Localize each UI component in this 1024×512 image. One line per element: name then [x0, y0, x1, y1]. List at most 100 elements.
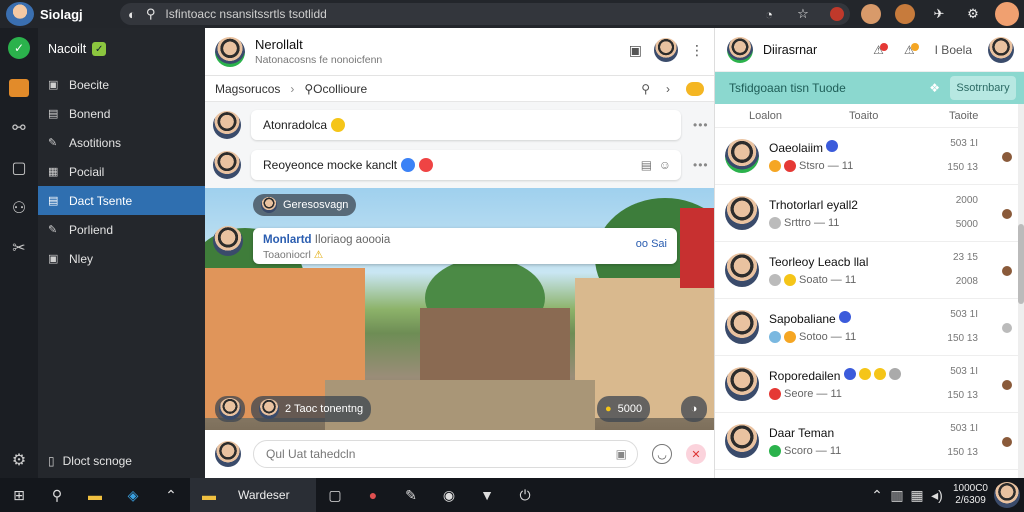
count-chip[interactable]: ● 5000: [597, 396, 651, 422]
expand-icon[interactable]: ◑: [681, 396, 707, 422]
status-dot: [1002, 323, 1012, 333]
doc-icon: ▤: [48, 195, 59, 207]
square-icon[interactable]: ▢: [0, 148, 38, 188]
video-icon[interactable]: ▣: [629, 42, 642, 59]
column-header[interactable]: Toaito: [815, 110, 915, 122]
notification-icon[interactable]: ◔: [752, 0, 786, 28]
card-avatar[interactable]: [213, 226, 243, 256]
status-icon: [843, 368, 856, 380]
summary-button[interactable]: Ssotrnbary: [950, 76, 1016, 100]
emoji-icon[interactable]: [686, 81, 704, 96]
feather-icon[interactable]: ✎: [392, 478, 430, 512]
sender-avatar[interactable]: [213, 151, 241, 179]
nav-item-3[interactable]: ✎ Asotitions: [38, 128, 205, 157]
nav-item-1[interactable]: ▣ Boecite: [38, 70, 205, 99]
count-chip-label: 5000: [617, 403, 643, 415]
link-icon[interactable]: ⚯: [0, 108, 38, 148]
contact-row[interactable]: Roporedailen Seore — 11 503 1I 150 13: [715, 356, 1024, 413]
folder-icon[interactable]: ▬: [76, 478, 114, 512]
nav-item-4[interactable]: ▦ Pociail: [38, 157, 205, 186]
card-right[interactable]: oo Sai: [636, 238, 667, 250]
chevron-icon[interactable]: ❖: [929, 81, 940, 95]
contacts-scrollbar[interactable]: [1018, 104, 1024, 478]
contact-row[interactable]: Daar Teman Scoro — 11 503 1I 150 13: [715, 413, 1024, 470]
message-input[interactable]: Qul Uat tahedcln ▣: [253, 440, 638, 468]
photo-chip[interactable]: Geresosvagn: [253, 194, 357, 216]
volume-icon[interactable]: ◂): [927, 478, 947, 512]
chat-icon[interactable]: ✓: [0, 28, 38, 68]
chat-avatar[interactable]: [215, 36, 245, 67]
user-icon[interactable]: ⚇: [0, 188, 38, 228]
display-icon[interactable]: ▥: [887, 478, 907, 512]
nav-panel: Nacoilt ✓ ▣ Boecite ▤ Bonend ✎ Asotitions ▦…: [38, 28, 205, 478]
user-app-icon[interactable]: ◉: [430, 478, 468, 512]
subbar-left-label[interactable]: Magsorucos: [215, 82, 280, 96]
nav-item-5-active[interactable]: ▤ Dact Tsente: [38, 186, 205, 215]
global-search-input[interactable]: ◐ ⚲ Isfintoacc nsansitssrtls tsotlidd: [120, 3, 850, 25]
chat-app-icon[interactable]: ●: [354, 478, 392, 512]
bell-icon[interactable]: ⚠: [873, 42, 888, 57]
search-icon[interactable]: ⚲: [38, 478, 76, 512]
column-header[interactable]: Taoite: [915, 110, 1015, 122]
clock[interactable]: 1000C0 2/6309: [953, 483, 988, 507]
gear-icon[interactable]: ⚙: [956, 0, 990, 28]
contact-row[interactable]: Teorleoy Leacb llal Soato — 11 23 15 200…: [715, 242, 1024, 299]
more-icon[interactable]: •••: [693, 158, 709, 172]
browser-icon[interactable]: ◈: [114, 478, 152, 512]
sender-avatar[interactable]: [213, 111, 241, 139]
column-header[interactable]: Loalon: [715, 110, 815, 122]
more-icon[interactable]: •••: [693, 118, 709, 132]
window-icon[interactable]: ▢: [316, 478, 354, 512]
settings-icon[interactable]: ⚙: [0, 450, 38, 470]
contact-row[interactable]: Oaeolaiim Stsro — 11 503 1I 150 13: [715, 128, 1024, 185]
profile-avatar[interactable]: [988, 36, 1014, 63]
power-icon[interactable]: ⏻: [506, 478, 544, 512]
profile-card[interactable]: Monlartd Iloriaog aoooia Toaoniocrl ⚠ oo…: [253, 228, 677, 264]
reaction-icons[interactable]: ▤ ☺: [641, 158, 671, 172]
nav-item-2[interactable]: ▤ Bonend: [38, 99, 205, 128]
contacts-label[interactable]: I Boela: [935, 43, 972, 57]
calendar-icon[interactable]: [0, 68, 38, 108]
nav-item-6[interactable]: ✎ Porliend: [38, 215, 205, 244]
more-icon[interactable]: ⋮: [690, 42, 704, 59]
file-explorer-icon[interactable]: ▬: [190, 478, 228, 512]
send-button[interactable]: ✕: [686, 444, 706, 464]
message-bubble[interactable]: Atonradolca: [251, 110, 681, 140]
back-icon[interactable]: ◐: [128, 7, 136, 22]
status-dot: [1002, 380, 1012, 390]
search-icon[interactable]: ⚲: [641, 82, 650, 96]
tray-avatar[interactable]: [994, 482, 1020, 508]
nav-footer[interactable]: ▯ Dloct scnoge: [48, 454, 132, 468]
shared-photo[interactable]: Geresosvagn Monlartd Iloriaog aoooia Toa…: [205, 188, 714, 430]
attach-icon[interactable]: ▣: [616, 447, 627, 461]
contact-avatar: [725, 367, 759, 401]
shirt-icon[interactable]: ▼: [468, 478, 506, 512]
nav-item-7[interactable]: ▣ Nley: [38, 244, 205, 273]
bird-icon[interactable]: ✈: [922, 0, 956, 28]
tools-icon[interactable]: ✂: [0, 228, 38, 268]
chevron-up-icon[interactable]: ⌃: [867, 478, 887, 512]
photo-avatar-chip[interactable]: [215, 396, 245, 422]
status-icon: [888, 368, 901, 380]
chevron-up-icon[interactable]: ⌃: [152, 478, 190, 512]
contact-meta: Trhotorlarl eyall2 Srttro — 11: [769, 198, 858, 229]
user-avatar-2[interactable]: [888, 0, 922, 28]
participant-avatar[interactable]: [654, 38, 678, 62]
star-icon[interactable]: ☆: [786, 0, 820, 28]
profile-avatar[interactable]: [990, 0, 1024, 28]
panel-avatar[interactable]: [727, 36, 753, 63]
alert-icon[interactable]: ⚠: [904, 42, 919, 57]
message-bubble[interactable]: Reoyeonce mocke kanclt ▤ ☺: [251, 150, 681, 180]
scrollbar-thumb[interactable]: [1018, 224, 1024, 304]
alert-icon[interactable]: [820, 0, 854, 28]
contact-row[interactable]: Sapobaliane Sotoo — 11 503 1I 150 13: [715, 299, 1024, 356]
subbar-right-label[interactable]: Ocollioure: [313, 82, 367, 96]
contact-row[interactable]: Trhotorlarl eyall2 Srttro — 11 2000 5000: [715, 185, 1024, 242]
windows-start-icon[interactable]: ⊞: [0, 478, 38, 512]
network-icon[interactable]: ▦: [907, 478, 927, 512]
user-avatar-1[interactable]: [854, 0, 888, 28]
active-window[interactable]: Wardeser: [228, 478, 316, 512]
bottom-chip[interactable]: 2 Taoc tonentng: [251, 396, 372, 422]
chevron-right-icon[interactable]: ›: [666, 82, 670, 96]
voice-button[interactable]: ◡: [652, 444, 672, 464]
